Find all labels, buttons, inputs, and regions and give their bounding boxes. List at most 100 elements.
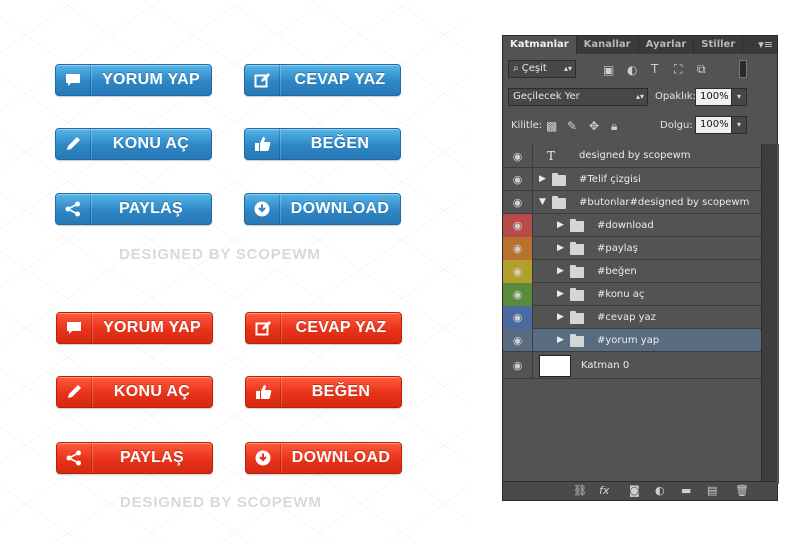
layer-row[interactable]: ◉ ▶ #cevap yaz: [503, 306, 762, 329]
panel-menu-icon[interactable]: ▾≡: [758, 36, 773, 54]
filter-select[interactable]: ⌕ Çeşit ▴▾: [508, 60, 576, 78]
layer-name: #konu aç: [597, 289, 645, 300]
tab-stiller[interactable]: Stiller: [694, 36, 744, 54]
tab-ayarlar[interactable]: Ayarlar: [639, 36, 695, 54]
blue-begen-button[interactable]: BEĞEN: [244, 128, 401, 160]
eye-icon[interactable]: ◉: [503, 260, 533, 283]
eye-icon[interactable]: ◉: [503, 237, 533, 260]
eye-icon[interactable]: ◉: [503, 144, 533, 168]
button-label: CEVAP YAZ: [294, 71, 386, 88]
adjustment-filter-icon[interactable]: ◐: [627, 63, 637, 77]
new-group-icon[interactable]: ▬: [681, 484, 691, 497]
blue-konu-ac-button[interactable]: KONU AÇ: [55, 128, 212, 160]
layers-scrollbar[interactable]: [761, 144, 777, 484]
chevron-right-icon[interactable]: ▶: [557, 243, 564, 253]
layer-row[interactable]: ◉ ▼ #butonlar#designed by scopewm: [503, 191, 762, 214]
tab-kanallar[interactable]: Kanallar: [577, 36, 639, 54]
button-label: YORUM YAP: [103, 319, 201, 336]
eye-icon[interactable]: ◉: [503, 329, 533, 352]
layer-row[interactable]: ◉ ▶ #beğen: [503, 260, 762, 283]
eye-icon[interactable]: ◉: [503, 306, 533, 329]
folder-icon: [570, 334, 584, 347]
chevron-right-icon[interactable]: ▶: [557, 289, 564, 299]
red-konu-ac-button[interactable]: KONU AÇ: [56, 376, 213, 408]
folder-icon: [570, 242, 584, 255]
eye-icon[interactable]: ◉: [503, 283, 533, 306]
chevron-down-icon[interactable]: ▾: [731, 116, 747, 134]
lock-label: Kilitle:: [511, 120, 543, 131]
search-icon: ⌕: [513, 63, 519, 74]
lock-transparent-icon[interactable]: ▩: [546, 119, 557, 133]
layer-name: #yorum yap: [597, 335, 660, 346]
layer-row[interactable]: ◉ ▶ #yorum yap: [503, 329, 762, 352]
layer-row[interactable]: ◉ ▶ #paylaş: [503, 237, 762, 260]
folder-icon: [552, 196, 566, 209]
blue-yorum-yap-button[interactable]: YORUM YAP: [55, 64, 212, 96]
chevron-down-icon[interactable]: ▾: [731, 88, 747, 106]
panel-tabs: Katmanlar Kanallar Ayarlar Stiller ▾≡: [503, 36, 777, 54]
button-label: DOWNLOAD: [290, 200, 390, 217]
red-begen-button[interactable]: BEĞEN: [245, 376, 402, 408]
layer-row[interactable]: ◉ Katman 0: [503, 352, 762, 379]
trash-icon[interactable]: 🗑︎: [735, 484, 749, 497]
designed-by-text-2: DESIGNED BY SCOPEWM: [120, 494, 322, 511]
chevron-right-icon[interactable]: ▶: [557, 220, 564, 230]
eye-icon[interactable]: ◉: [503, 168, 533, 191]
opacity-label: Opaklık:: [655, 91, 696, 102]
layer-name: #beğen: [597, 266, 637, 277]
layer-name: #paylaş: [597, 243, 638, 254]
smart-object-filter-icon[interactable]: ⧉: [697, 62, 706, 77]
layer-row[interactable]: ◉ ▶ #konu aç: [503, 283, 762, 306]
folder-icon: [570, 311, 584, 324]
red-yorum-yap-button[interactable]: YORUM YAP: [56, 312, 213, 344]
layer-row[interactable]: ◉ ▶ #Telif çizgisi: [503, 168, 762, 191]
eye-icon[interactable]: ◉: [503, 214, 533, 237]
mask-icon[interactable]: ◙: [629, 484, 640, 497]
adjustment-layer-icon[interactable]: ◐: [655, 484, 665, 497]
panel-bottom-toolbar: ⛓ fx ◙ ◐ ▬ ▤ 🗑︎: [503, 481, 777, 500]
fx-icon[interactable]: fx: [599, 484, 609, 497]
red-paylas-button[interactable]: PAYLAŞ: [56, 442, 213, 474]
blue-paylas-button[interactable]: PAYLAŞ: [55, 193, 212, 225]
lock-all-icon[interactable]: 🔒︎: [611, 119, 617, 134]
layers-list: ◉ Tdesigned by scopewm ◉ ▶ #Telif çizgisi ◉ ▼ #…: [503, 144, 779, 484]
thumbs-up-icon: [246, 377, 281, 407]
chevron-right-icon[interactable]: ▶: [557, 335, 564, 345]
layer-name: #butonlar#designed by scopewm: [579, 197, 750, 208]
edit-icon: [246, 313, 281, 343]
tab-katmanlar[interactable]: Katmanlar: [503, 36, 577, 54]
blue-download-button[interactable]: DOWNLOAD: [244, 193, 401, 225]
filter-toggle[interactable]: [739, 60, 747, 78]
layers-panel: Katmanlar Kanallar Ayarlar Stiller ▾≡ ⌕ …: [502, 35, 779, 501]
thumbs-up-icon: [245, 129, 280, 159]
chevron-right-icon[interactable]: ▶: [539, 174, 546, 184]
chevron-right-icon[interactable]: ▶: [557, 266, 564, 276]
text-filter-icon[interactable]: T: [651, 62, 658, 76]
eye-icon[interactable]: ◉: [503, 191, 533, 214]
layer-thumbnail: [539, 355, 571, 377]
button-label: BEĞEN: [310, 135, 370, 152]
lock-position-icon[interactable]: ✥: [589, 119, 599, 133]
pencil-icon: [56, 129, 91, 159]
blend-mode-select[interactable]: Geçilecek Yer ▴▾: [508, 88, 648, 106]
chevron-down-icon[interactable]: ▼: [539, 197, 546, 207]
opacity-input[interactable]: 100% ▾: [695, 88, 747, 106]
layer-row[interactable]: ◉ Tdesigned by scopewm: [503, 144, 762, 168]
button-label: BEĞEN: [311, 383, 371, 400]
new-layer-icon[interactable]: ▤: [707, 484, 717, 497]
shape-filter-icon[interactable]: ⛶: [674, 62, 682, 77]
eye-icon[interactable]: ◉: [503, 352, 533, 379]
button-label: DOWNLOAD: [291, 449, 391, 466]
share-icon: [57, 443, 92, 473]
speech-bubble-icon: [56, 65, 91, 95]
speech-bubble-icon: [57, 313, 92, 343]
layer-row[interactable]: ◉ ▶ #download: [503, 214, 762, 237]
fill-input[interactable]: 100% ▾: [695, 116, 747, 134]
lock-paint-icon[interactable]: ✎: [567, 119, 577, 133]
red-download-button[interactable]: DOWNLOAD: [245, 442, 402, 474]
chevron-right-icon[interactable]: ▶: [557, 312, 564, 322]
image-filter-icon[interactable]: ▣: [603, 63, 614, 77]
link-layers-icon[interactable]: ⛓: [573, 484, 587, 497]
blue-cevap-yaz-button[interactable]: CEVAP YAZ: [244, 64, 401, 96]
red-cevap-yaz-button[interactable]: CEVAP YAZ: [245, 312, 402, 344]
